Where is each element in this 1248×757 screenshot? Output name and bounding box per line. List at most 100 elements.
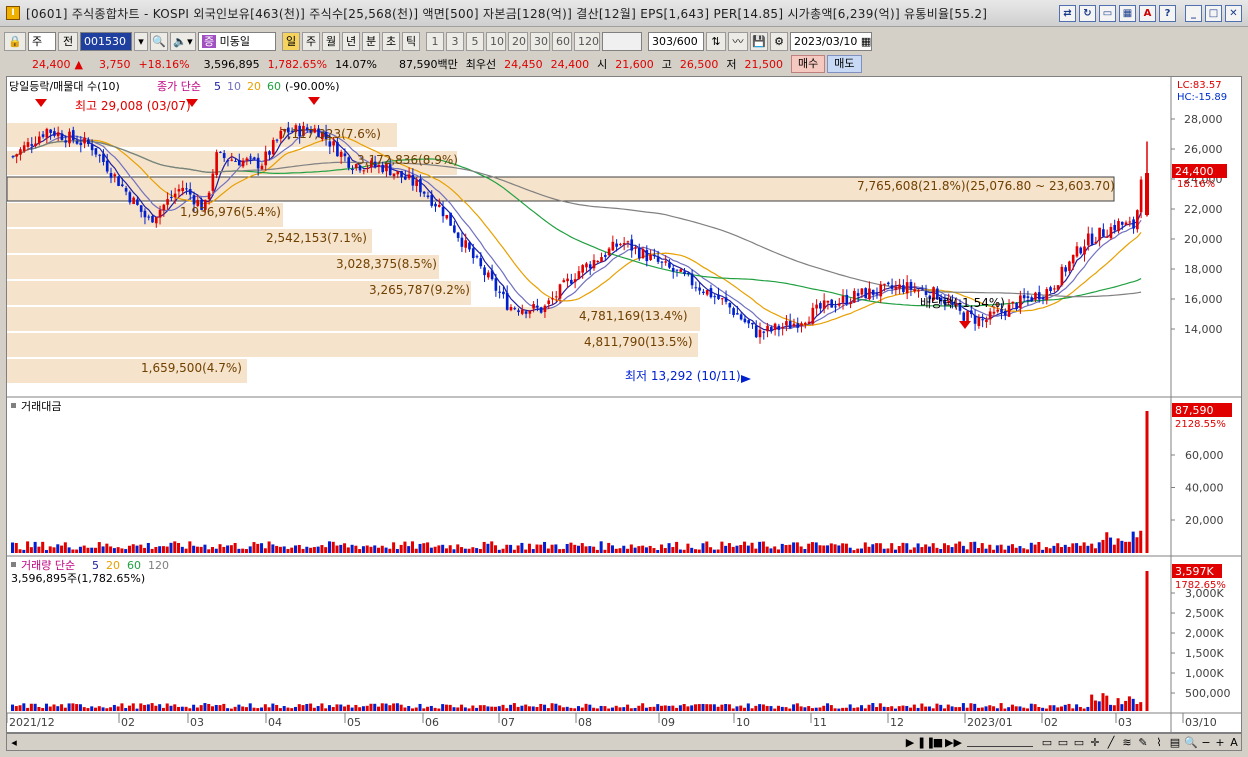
settings-icon[interactable]: ⚙	[770, 31, 788, 51]
vol-ma5-legend[interactable]: 5	[92, 559, 99, 572]
sell-button[interactable]: 매도	[827, 55, 862, 73]
tab-day[interactable]: 일	[282, 31, 300, 51]
volume-bar	[546, 708, 550, 711]
help-icon[interactable]: ?	[1159, 5, 1176, 22]
amount-bar	[660, 544, 664, 553]
tab-month[interactable]: 월	[322, 31, 340, 51]
stock-name-field[interactable]: 증 미동일	[198, 31, 276, 51]
candle-body	[898, 284, 901, 289]
play-icon[interactable]: ▶	[903, 736, 917, 749]
candle-body	[698, 287, 701, 291]
volume-bar	[637, 705, 641, 711]
grid-icon[interactable]: ▦	[1119, 5, 1136, 22]
pause-icon[interactable]: ❚❚	[917, 736, 935, 749]
scroll-left-icon[interactable]: ◂	[7, 736, 21, 749]
volume-bar	[878, 703, 882, 711]
stock-chart[interactable]: 28,00026,00024,00022,00020,00018,00016,0…	[6, 77, 1241, 732]
lock-icon[interactable]: 🔒	[4, 31, 26, 51]
fast-forward-icon[interactable]: ▶▶	[945, 736, 962, 749]
candle-body	[736, 313, 739, 315]
tab-year[interactable]: 년	[342, 31, 360, 51]
indicator-icon[interactable]: 〰	[728, 31, 748, 51]
interval-5[interactable]: 5	[466, 31, 484, 51]
trend-line-icon[interactable]: ╱	[1103, 736, 1119, 749]
refresh-icon[interactable]: ↻	[1079, 5, 1096, 22]
layout3-icon[interactable]: ▭	[1071, 736, 1087, 749]
close-icon[interactable]: ✕	[1225, 5, 1242, 22]
interval-custom-input[interactable]	[602, 31, 642, 51]
interval-3[interactable]: 3	[446, 31, 464, 51]
volume-legend[interactable]: 거래량 단순	[21, 559, 75, 572]
candle-body	[30, 144, 34, 146]
fib-icon[interactable]: ≋	[1119, 736, 1135, 749]
layout-icon[interactable]: ▭	[1039, 736, 1055, 749]
interval-60[interactable]: 60	[552, 31, 572, 51]
candle-body	[1071, 254, 1075, 264]
buy-button[interactable]: 매수	[791, 55, 826, 73]
font-icon[interactable]: A	[1139, 5, 1156, 22]
tab-second[interactable]: 초	[382, 31, 400, 51]
period-select[interactable]: 주	[28, 31, 56, 51]
vol-ma120-legend[interactable]: 120	[148, 559, 169, 572]
zoom-out-icon[interactable]: 🔍	[1183, 736, 1199, 749]
window-icon[interactable]: ▭	[1099, 5, 1116, 22]
speaker-icon[interactable]: 🔈▾	[170, 31, 196, 51]
ma20-legend[interactable]: 20	[247, 80, 261, 93]
tab-minute[interactable]: 분	[362, 31, 380, 51]
amount-bar	[456, 544, 460, 553]
ma5-legend[interactable]: 5	[214, 80, 221, 93]
amount-legend[interactable]: 거래대금	[21, 400, 61, 413]
volume-bar	[984, 706, 988, 711]
amount-bar	[312, 547, 316, 553]
tab-week[interactable]: 주	[302, 31, 320, 51]
chart-scrollbar[interactable]: ◂ ▶ ❚❚ ■ ▶▶ ▭ ▭ ▭ ✛ ╱ ≋ ✎ ⌇ ▤ 🔍 − + A	[6, 733, 1242, 751]
price-legend[interactable]: 당일등락/매물대 수(10)	[9, 79, 120, 93]
tab-tick[interactable]: 틱	[402, 31, 420, 51]
stock-code-input[interactable]: 001530	[80, 31, 132, 51]
volume-bar	[871, 703, 875, 711]
ma10-legend[interactable]: 10	[227, 80, 241, 93]
count-field[interactable]: 303/600	[648, 31, 704, 51]
chart-tool-icon[interactable]: ⇅	[706, 31, 726, 51]
minimize-icon[interactable]: _	[1185, 5, 1202, 22]
plus-icon[interactable]: +	[1213, 736, 1227, 749]
chart-area[interactable]: 28,000 26,000 24,000 22,000 20,000 18,000 16,0…	[6, 76, 1242, 733]
prev-button[interactable]: 전	[58, 31, 78, 51]
zoom-slider[interactable]	[967, 738, 1033, 747]
volume-bar	[478, 705, 482, 711]
font-size-icon[interactable]: A	[1227, 736, 1241, 749]
dropdown-icon[interactable]: ▾	[134, 31, 148, 51]
date-field[interactable]: 2023/03/10 ▦	[790, 31, 872, 51]
calendar-icon[interactable]: ▦	[861, 35, 871, 48]
link-icon[interactable]: ⇄	[1059, 5, 1076, 22]
magnet-icon[interactable]: ⌇	[1151, 736, 1167, 749]
maximize-icon[interactable]: □	[1205, 5, 1222, 22]
volume-bar	[1037, 706, 1041, 711]
candle-body	[1120, 221, 1124, 225]
volume-bar	[331, 707, 335, 711]
minus-icon[interactable]: −	[1199, 736, 1213, 749]
crosshair-icon[interactable]: ✛	[1087, 736, 1103, 749]
interval-120[interactable]: 120	[574, 31, 600, 51]
save-icon[interactable]: 💾	[750, 31, 768, 51]
volume-tick-label: 1,500K	[1185, 647, 1224, 660]
pen-icon[interactable]: ✎	[1135, 736, 1151, 749]
ma-legend-label[interactable]: 종가 단순	[157, 80, 201, 93]
amount-bar	[1044, 547, 1048, 553]
candle-body	[1011, 301, 1015, 304]
interval-20[interactable]: 20	[508, 31, 528, 51]
interval-1[interactable]: 1	[426, 31, 444, 51]
volume-bar	[203, 703, 207, 711]
interval-10[interactable]: 10	[486, 31, 506, 51]
vol-ma20-legend[interactable]: 20	[106, 559, 120, 572]
vol-ma60-legend[interactable]: 60	[127, 559, 141, 572]
search-icon[interactable]: 🔍	[150, 31, 168, 51]
amount-bar	[512, 549, 516, 553]
candle-body	[807, 321, 811, 324]
tool-icon[interactable]: ▤	[1167, 736, 1183, 749]
interval-30[interactable]: 30	[530, 31, 550, 51]
amount-bar	[75, 549, 79, 553]
stop-icon[interactable]: ■	[931, 736, 945, 749]
layout2-icon[interactable]: ▭	[1055, 736, 1071, 749]
ma60-legend[interactable]: 60	[267, 80, 281, 93]
